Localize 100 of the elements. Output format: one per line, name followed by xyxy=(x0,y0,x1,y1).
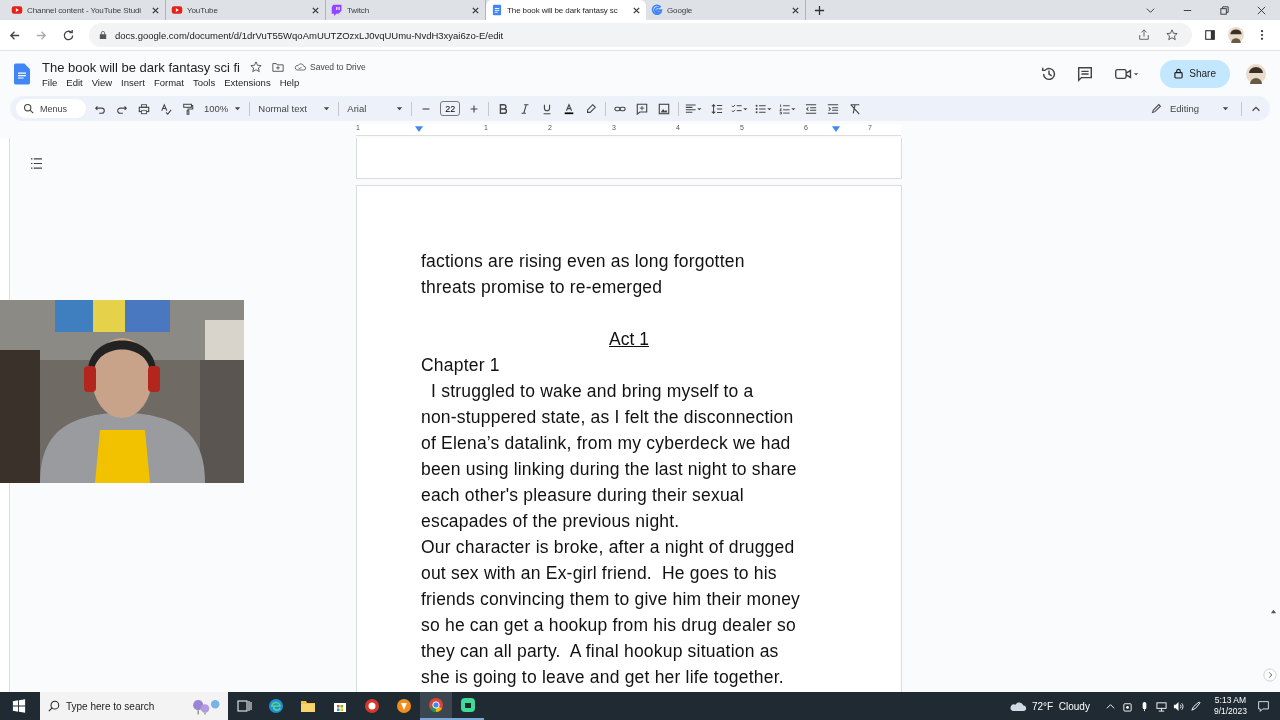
save-status: Saved to Drive xyxy=(310,62,366,72)
caret-icon xyxy=(234,105,242,112)
spellcheck-icon[interactable] xyxy=(160,102,172,115)
ring-app-icon[interactable] xyxy=(364,698,380,714)
text-line: of Elena’s datalink, from my cyberdeck we had xyxy=(421,432,791,455)
pen-icon[interactable] xyxy=(1189,700,1201,712)
task-view-icon[interactable] xyxy=(236,698,252,714)
tab-title: YouTube xyxy=(187,5,219,15)
share-button[interactable]: Share xyxy=(1160,59,1230,88)
style-dropdown[interactable]: Normal text xyxy=(256,103,333,114)
search-icon xyxy=(48,700,60,712)
avatar-icon[interactable] xyxy=(1246,63,1266,84)
menu-search-field[interactable]: Menus xyxy=(16,99,86,118)
lock-icon xyxy=(99,30,107,40)
chrome-taskbar-button[interactable] xyxy=(420,692,452,720)
folder-icon[interactable] xyxy=(300,698,316,714)
zoom-dropdown[interactable]: 100% xyxy=(202,103,244,114)
document-logo-icon[interactable] xyxy=(14,62,30,85)
tab-title: The book will be dark fantasy sc xyxy=(507,5,619,15)
line-spacing-icon[interactable] xyxy=(711,102,724,115)
avatar-icon[interactable] xyxy=(1228,27,1244,43)
address-bar[interactable]: docs.google.com/document/d/1drVuT55WqoAmUUTZOzxLJ0vqUUmu-NvdH3xyai6zo-E/edit xyxy=(89,23,1192,47)
cloud-icon xyxy=(294,61,306,73)
paint-format-icon[interactable] xyxy=(182,102,194,115)
font-dropdown[interactable]: Arial xyxy=(345,103,406,114)
indent-marker-icon[interactable] xyxy=(415,126,423,133)
close-icon[interactable] xyxy=(1256,4,1267,16)
tab-title: Channel content - YouTube Studi xyxy=(27,5,143,15)
restore-icon[interactable] xyxy=(1219,4,1230,16)
camera-icon[interactable] xyxy=(1121,700,1133,712)
highlighter-icon[interactable] xyxy=(585,102,598,115)
edge-browser-icon[interactable] xyxy=(268,698,284,714)
reload-icon[interactable] xyxy=(62,28,75,42)
search-icon xyxy=(23,103,34,114)
star-icon[interactable] xyxy=(1166,29,1178,41)
text-line: Our character is broke, after a night of drugged xyxy=(421,536,795,559)
scroll-arrow-icon[interactable] xyxy=(1270,608,1277,615)
square-app-icon xyxy=(460,697,476,713)
text-line: factions are rising even as long forgotten xyxy=(421,250,745,273)
clear-formatting-icon[interactable] xyxy=(849,102,862,115)
bold-icon[interactable] xyxy=(497,102,510,115)
print-icon[interactable] xyxy=(138,102,150,115)
play-logo-icon xyxy=(171,4,183,16)
g-logo-icon xyxy=(651,4,663,16)
cloud-icon xyxy=(1009,700,1027,712)
new-tab-icon[interactable] xyxy=(814,4,825,16)
tab-title: Google xyxy=(667,5,694,15)
caret-icon xyxy=(396,105,404,112)
text-color-icon[interactable] xyxy=(563,102,576,115)
notification-icon[interactable] xyxy=(1257,699,1270,713)
text-line: so he can get a hookup from his drug dealer so xyxy=(421,614,796,637)
close-icon[interactable] xyxy=(471,5,480,15)
text-line: they can all party. A final hookup situation as xyxy=(421,640,779,663)
menu-item[interactable]: Help xyxy=(279,76,300,88)
checklist-icon[interactable] xyxy=(731,102,750,115)
side-panel-icon[interactable] xyxy=(1204,29,1216,41)
network-icon[interactable] xyxy=(1155,700,1167,712)
browser-tab[interactable]: The book will be dark fantasy sc xyxy=(486,0,646,20)
text-line: Chapter 1 xyxy=(421,354,500,377)
close-icon[interactable] xyxy=(311,5,320,15)
numbered-list-icon[interactable] xyxy=(779,102,798,115)
weather-text[interactable]: 72°F Cloudy xyxy=(1032,700,1090,712)
indent-marker-icon[interactable] xyxy=(832,126,840,133)
share-icon[interactable] xyxy=(1138,29,1150,41)
menu-item[interactable]: Edit xyxy=(66,76,83,88)
increase-indent-icon[interactable] xyxy=(827,102,840,115)
add-comment-icon[interactable] xyxy=(636,102,649,115)
close-icon[interactable] xyxy=(632,5,641,15)
chat-bubble-logo-icon xyxy=(331,4,343,16)
shield-browser-icon[interactable] xyxy=(396,698,412,714)
text-line: been using linking during the last night to share xyxy=(421,458,797,481)
text-line: escapades of the previous night. xyxy=(421,510,680,533)
decrease-indent-icon[interactable] xyxy=(805,102,818,115)
speaker-icon[interactable] xyxy=(1172,700,1184,712)
image-icon[interactable] xyxy=(658,102,671,115)
comment-icon[interactable] xyxy=(1076,64,1095,83)
document-title[interactable]: The book will be dark fantasy sci fi xyxy=(42,59,240,75)
heading-text: Act 1 xyxy=(609,328,649,351)
close-icon[interactable] xyxy=(791,5,800,15)
studio-logo-icon xyxy=(11,4,23,16)
taskbar-search-field[interactable]: Type here to search xyxy=(40,692,228,720)
start-icon[interactable] xyxy=(12,699,26,713)
menu-item[interactable]: File xyxy=(42,76,58,88)
menu-item[interactable]: Insert xyxy=(121,76,145,88)
align-left-icon[interactable] xyxy=(685,102,704,115)
close-icon[interactable] xyxy=(151,5,160,15)
bulleted-list-icon[interactable] xyxy=(755,102,774,115)
outline-icon[interactable] xyxy=(30,158,43,169)
clock-date[interactable]: 9/1/2023 xyxy=(1213,706,1247,717)
menu-item[interactable]: Extensions xyxy=(224,76,271,88)
menu-item[interactable]: Format xyxy=(153,76,184,88)
chrome-icon xyxy=(428,697,444,713)
menu-item[interactable]: View xyxy=(91,76,113,88)
star-icon[interactable] xyxy=(250,61,262,73)
clock-time[interactable]: 5:13 AM xyxy=(1214,695,1247,706)
font-size-field[interactable]: 22 xyxy=(440,101,461,116)
folder-icon[interactable] xyxy=(272,61,284,73)
menu-item[interactable]: Tools xyxy=(192,76,216,88)
text-line: each other's pleasure during their sexual xyxy=(421,484,744,507)
editing-mode-dropdown[interactable]: Editing xyxy=(1145,102,1235,115)
